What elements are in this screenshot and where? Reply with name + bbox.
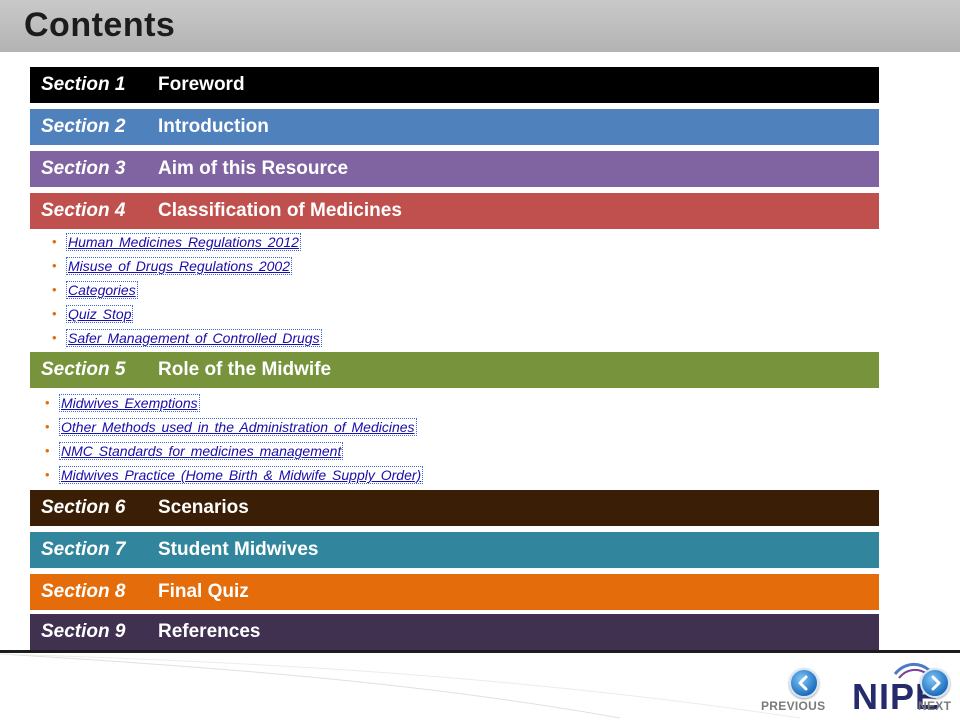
bullet-icon: •	[45, 443, 50, 458]
section-name: Classification of Medicines	[158, 200, 402, 221]
bullet-icon: •	[52, 234, 57, 249]
section-name: Foreword	[158, 74, 245, 95]
section-number: Section 7	[41, 539, 126, 560]
list-item: • Human Medicines Regulations 2012	[52, 233, 322, 257]
section-4-links: • Human Medicines Regulations 2012 • Misus…	[52, 233, 322, 353]
link-safer-management[interactable]: Safer Management of Controlled Drugs	[66, 329, 322, 347]
section-name: Role of the Midwife	[158, 359, 332, 380]
bullet-icon: •	[52, 282, 57, 297]
section-number: Section 8	[41, 581, 126, 602]
section-2-bar[interactable]: Section 2 Introduction	[30, 109, 879, 145]
section-4-bar[interactable]: Section 4 Classification of Medicines	[30, 193, 879, 229]
list-item: • Misuse of Drugs Regulations 2002	[52, 257, 322, 281]
section-name: Introduction	[158, 116, 269, 137]
next-button[interactable]	[920, 668, 950, 698]
section-number: Section 2	[41, 116, 126, 137]
section-name: Final Quiz	[158, 581, 249, 602]
section-name: References	[158, 621, 261, 642]
chevron-left-icon	[798, 675, 808, 691]
link-midwives-practice[interactable]: Midwives Practice (Home Birth & Midwife …	[59, 466, 424, 484]
link-misuse-of-drugs-regulations[interactable]: Misuse of Drugs Regulations 2002	[66, 257, 293, 275]
section-name: Student Midwives	[158, 539, 319, 560]
link-human-medicines-regulations[interactable]: Human Medicines Regulations 2012	[66, 233, 301, 251]
bullet-icon: •	[45, 419, 50, 434]
section-3-bar[interactable]: Section 3 Aim of this Resource	[30, 151, 879, 187]
section-1-bar[interactable]: Section 1 Foreword	[30, 67, 879, 103]
list-item: • Other Methods used in the Administratio…	[45, 418, 423, 442]
section-name: Scenarios	[158, 497, 249, 518]
section-5-links: • Midwives Exemptions • Other Methods used…	[45, 394, 424, 490]
link-quiz-stop[interactable]: Quiz Stop	[66, 305, 134, 323]
section-5-bar[interactable]: Section 5 Role of the Midwife	[30, 352, 879, 388]
list-item: • NMC Standards for medicines management	[45, 442, 423, 466]
list-item: • Safer Management of Controlled Drugs	[52, 329, 322, 353]
bullet-icon: •	[52, 306, 57, 321]
link-other-methods[interactable]: Other Methods used in the Administration…	[59, 418, 417, 436]
list-item: • Midwives Practice (Home Birth & Midwife…	[45, 466, 424, 490]
bullet-icon: •	[45, 467, 50, 482]
link-nmc-standards[interactable]: NMC Standards for medicines management	[59, 442, 344, 460]
page-title: Contents	[24, 6, 176, 44]
section-6-bar[interactable]: Section 6 Scenarios	[30, 490, 879, 526]
section-number: Section 6	[41, 497, 126, 518]
section-7-bar[interactable]: Section 7 Student Midwives	[30, 532, 879, 568]
section-number: Section 3	[41, 158, 126, 179]
previous-label[interactable]: PREVIOUS	[761, 699, 825, 713]
list-item: • Quiz Stop	[52, 305, 322, 329]
chevron-right-icon	[931, 675, 941, 691]
next-label[interactable]: NEXT	[918, 699, 951, 713]
bullet-icon: •	[52, 258, 57, 273]
header-bar: Contents	[0, 0, 960, 52]
bullet-icon: •	[52, 330, 57, 345]
previous-button[interactable]	[789, 668, 819, 698]
section-number: Section 5	[41, 359, 126, 380]
section-number: Section 1	[41, 74, 126, 95]
section-9-bar[interactable]: Section 9 References	[30, 614, 879, 650]
section-name: Aim of this Resource	[158, 158, 349, 179]
section-number: Section 4	[41, 200, 126, 221]
section-8-bar[interactable]: Section 8 Final Quiz	[30, 574, 879, 610]
list-item: • Midwives Exemptions	[45, 394, 423, 418]
list-item: • Categories	[52, 281, 322, 305]
link-categories[interactable]: Categories	[66, 281, 138, 299]
section-number: Section 9	[41, 621, 126, 642]
link-midwives-exemptions[interactable]: Midwives Exemptions	[59, 394, 200, 412]
bullet-icon: •	[45, 395, 50, 410]
